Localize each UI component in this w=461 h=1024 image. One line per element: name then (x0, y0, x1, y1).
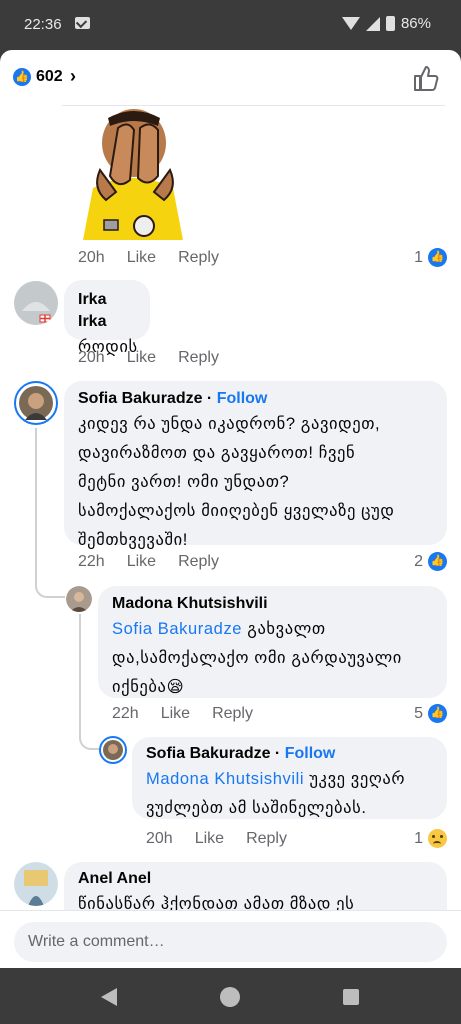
comment-time: 22h (78, 553, 105, 570)
comment-author[interactable]: Sofia Bakuradze (146, 745, 270, 762)
avatar[interactable] (66, 586, 92, 612)
avatar-image (14, 862, 58, 906)
like-button[interactable]: Like (127, 349, 156, 367)
comment-text-line: და,სამოქალაქო ომი გარდაუვალი (112, 649, 402, 667)
reaction-count: 5 (414, 704, 423, 722)
like-button[interactable]: Like (195, 830, 224, 848)
thread-line (35, 428, 65, 598)
like-reaction-icon: 👍 (13, 68, 31, 86)
comment-author[interactable]: Madona Khutsishvili (112, 593, 433, 615)
chevron-right-icon[interactable]: › (70, 66, 76, 87)
reaction-summary[interactable]: 5 👍 (414, 704, 447, 723)
like-reaction-icon: 👍 (428, 552, 447, 571)
comment-time: 20h (78, 249, 105, 266)
avatar[interactable] (99, 736, 127, 764)
comment-actions: 22h Like Reply (112, 705, 253, 723)
comment-time: 20h (146, 830, 173, 847)
comment-author[interactable]: Irka Irka (78, 289, 136, 333)
status-icons: 86% (341, 15, 431, 32)
divider (62, 105, 445, 106)
wifi-icon (341, 17, 360, 30)
reactions-count[interactable]: 602 (36, 68, 63, 86)
comment-text: უკვე ვეღარ (304, 770, 406, 788)
comment-input[interactable]: Write a comment… (14, 922, 447, 962)
comment-bubble: Madona Khutsishvili Sofia Bakuradze გახვ… (98, 586, 447, 698)
system-nav-bar (0, 968, 461, 1024)
reply-button[interactable]: Reply (178, 349, 219, 367)
avatar-image (103, 740, 123, 760)
reaction-count: 1 (414, 829, 423, 847)
like-reaction-icon: 👍 (428, 704, 447, 723)
signal-icon (365, 16, 380, 31)
comment-time: 22h (112, 705, 139, 722)
avatar[interactable] (14, 862, 58, 906)
thread-line (79, 614, 99, 750)
avatar-image (19, 386, 53, 420)
comment-time: 20h (78, 349, 105, 366)
like-outline-icon[interactable] (413, 64, 439, 92)
avatar-image (14, 281, 58, 325)
reaction-summary[interactable]: 1 👍 (414, 248, 447, 267)
comment-author[interactable]: Sofia Bakuradze (78, 390, 202, 407)
facepalm-sticker (83, 109, 183, 240)
avatar[interactable] (14, 281, 58, 325)
like-button[interactable]: Like (127, 553, 156, 571)
comment-actions: 20h Like Reply (78, 249, 219, 267)
comment-text: გახვალთ (242, 620, 326, 638)
battery-icon (385, 16, 395, 31)
reaction-count: 1 (414, 248, 423, 266)
comment-text-line: დავირაზმოთ და გავყაროთ! ჩვენ (78, 444, 356, 462)
sad-reaction-icon (428, 829, 447, 848)
follow-button[interactable]: Follow (217, 390, 268, 407)
reply-button[interactable]: Reply (246, 830, 287, 848)
comment-bubble: Sofia Bakuradze · Follow Madona Khutsish… (132, 737, 447, 819)
follow-button[interactable]: Follow (285, 745, 336, 762)
like-button[interactable]: Like (127, 249, 156, 267)
comment-text-line: შემთხვევაში! (78, 531, 188, 549)
status-bar: 22:36 86% (0, 0, 461, 50)
recents-icon[interactable] (343, 989, 359, 1005)
avatar-image (66, 586, 92, 612)
comment-bubble: Sofia Bakuradze · Follow კიდევ რა უნდა ი… (64, 381, 447, 549)
like-reaction-icon: 👍 (428, 248, 447, 267)
back-icon[interactable] (101, 988, 117, 1006)
like-button[interactable]: Like (161, 705, 190, 723)
battery-level: 86% (400, 15, 431, 32)
reaction-summary[interactable]: 2 👍 (414, 552, 447, 571)
comment-text-line: სამოქალაქოს მიიღებენ ყველაზე ცუდ (78, 502, 395, 520)
reactions-bar[interactable]: 👍 602 › (0, 50, 461, 106)
message-icon (75, 17, 90, 29)
comment-actions: 20h Like Reply (146, 830, 287, 848)
comment-actions: 20h Like Reply (78, 349, 219, 367)
reaction-count: 2 (414, 552, 423, 570)
mention-link[interactable]: Madona Khutsishvili (146, 770, 304, 788)
avatar[interactable] (14, 381, 58, 425)
comment-bubble: Irka Irka როდის (64, 280, 150, 356)
mention-link[interactable]: Sofia Bakuradze (112, 620, 242, 638)
comment-author[interactable]: Anel Anel (78, 868, 433, 890)
comments-sheet: 👍 602 › 20h Like Reply 1 👍 Irka Irka როდ… (0, 50, 461, 968)
reply-button[interactable]: Reply (212, 705, 253, 723)
home-icon[interactable] (220, 987, 240, 1007)
comment-actions: 22h Like Reply (78, 553, 219, 571)
status-time: 22:36 (24, 16, 62, 33)
comment-text-line: კიდევ რა უნდა იკადრონ? გავიდეთ, (78, 415, 381, 433)
comment-text-line: იქნება😪 (112, 678, 185, 696)
reply-button[interactable]: Reply (178, 553, 219, 571)
reply-button[interactable]: Reply (178, 249, 219, 267)
reaction-summary[interactable]: 1 (414, 829, 447, 848)
comment-text-line: ვუძლებთ ამ საშინელებას. (146, 799, 367, 817)
comment-text-line: მეტნი ვართ! ომი უნდათ? (78, 473, 290, 491)
